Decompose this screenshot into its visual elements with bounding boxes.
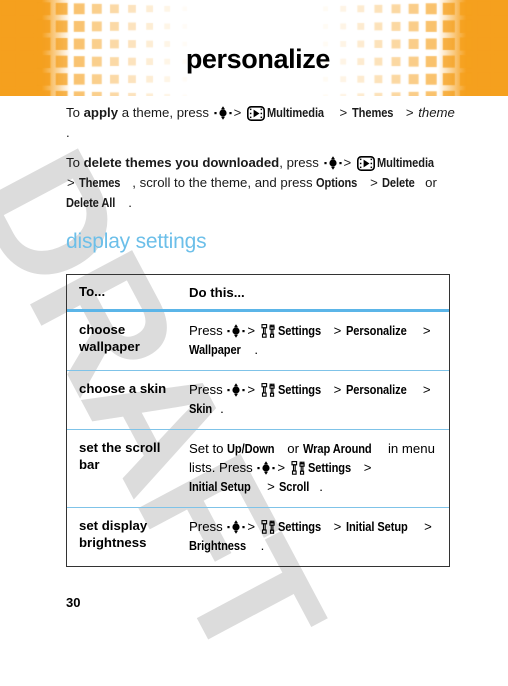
table-cell-task: set display brightness xyxy=(79,518,148,550)
display-settings-table: To... Do this... choose wallpaper Press >… xyxy=(66,274,450,567)
table-cell-task: choose a skin xyxy=(79,381,167,396)
path-separator: > xyxy=(267,479,275,494)
path-separator: > xyxy=(370,175,378,190)
settings-icon xyxy=(291,461,306,475)
body-text: , scroll to the theme, and press xyxy=(132,175,317,190)
path-separator: > xyxy=(339,105,348,120)
path-separator: > xyxy=(343,155,352,170)
path-separator: > xyxy=(247,323,256,338)
menu-item-name: Settings xyxy=(277,323,321,338)
body-text: or xyxy=(287,441,303,456)
menu-item-name: Personalize xyxy=(346,382,407,397)
settings-icon xyxy=(261,324,276,338)
body-text: a theme, press xyxy=(118,105,213,120)
table-cell-task: set the scroll bar xyxy=(79,440,161,472)
paragraph-delete-themes: To delete themes you downloaded, press >… xyxy=(66,153,456,213)
settings-icon xyxy=(261,520,276,534)
settings-icon xyxy=(261,383,276,397)
body-text: . xyxy=(128,195,132,210)
table-row: choose wallpaper Press > Settings > Perso… xyxy=(67,312,449,370)
bold-text: delete themes you downloaded xyxy=(83,155,280,170)
path-separator: > xyxy=(247,382,256,397)
menu-item-name: Wrap Around xyxy=(302,441,372,456)
body-text: Set to xyxy=(189,441,228,456)
path-separator: > xyxy=(247,519,256,534)
nav-key-icon xyxy=(227,520,245,534)
menu-item-name: Multimedia xyxy=(376,155,434,170)
body-text: Press xyxy=(189,519,227,534)
menu-item-name: Initial Setup xyxy=(346,519,408,534)
nav-key-icon xyxy=(227,383,245,397)
path-separator: > xyxy=(277,460,286,475)
multimedia-icon xyxy=(246,106,265,121)
table-header-to: To... xyxy=(79,284,106,299)
path-separator: > xyxy=(333,519,342,534)
table-row: set the scroll bar Set to Up/Down or Wrap… xyxy=(67,429,449,507)
nav-key-icon xyxy=(323,156,342,170)
table-row: choose a skin Press > Settings > Personal… xyxy=(67,370,449,429)
body-text: . xyxy=(254,342,258,357)
body-text: . xyxy=(260,538,265,553)
table-header-row: To... Do this... xyxy=(67,275,449,312)
nav-key-icon xyxy=(214,106,232,120)
table-cell-instruction: Set to Up/Down or Wrap Around in menu li… xyxy=(189,430,449,507)
menu-item-name: Initial Setup xyxy=(189,479,251,494)
table-cell-instruction: Press > Settings > Initial Setup > Brigh… xyxy=(189,508,449,566)
body-text: To xyxy=(66,155,84,170)
menu-item-name: Delete xyxy=(382,175,416,190)
paragraph-apply-theme: To apply a theme, press > Multimedia > T… xyxy=(66,103,456,143)
path-separator: > xyxy=(405,105,414,120)
menu-item-name: Themes xyxy=(351,105,394,120)
body-text: To xyxy=(66,105,84,120)
menu-item-name: Personalize xyxy=(346,323,407,338)
path-separator: > xyxy=(67,175,75,190)
menu-item-name: Delete All xyxy=(66,195,116,210)
table-row: set display brightness Press > Settings >… xyxy=(67,507,449,566)
menu-item-name: Up/Down xyxy=(227,441,275,456)
multimedia-icon xyxy=(356,156,375,171)
path-separator: > xyxy=(422,382,431,397)
path-separator: > xyxy=(422,323,431,338)
table-cell-instruction: Press > Settings > Personalize > Wallpap… xyxy=(189,312,449,370)
menu-item-name: Skin xyxy=(189,401,213,416)
nav-key-icon xyxy=(257,461,276,475)
body-text: . xyxy=(66,125,70,140)
page-header-banner: personalize xyxy=(0,0,508,96)
bold-text: apply xyxy=(83,105,119,120)
menu-item-name: Settings xyxy=(277,519,321,534)
body-text: . xyxy=(220,401,224,416)
table-body: choose wallpaper Press > Settings > Perso… xyxy=(67,312,449,566)
body-text: , press xyxy=(279,155,323,170)
path-separator: > xyxy=(233,105,242,120)
nav-key-icon xyxy=(227,324,245,338)
body-text: . xyxy=(319,479,323,494)
menu-item-name: Options xyxy=(316,175,358,190)
page-title: personalize xyxy=(185,44,331,74)
menu-item-name: Themes xyxy=(79,175,121,190)
section-heading-display-settings: display settings xyxy=(66,230,207,253)
path-separator: > xyxy=(363,460,372,475)
menu-item-name: Brightness xyxy=(189,538,247,553)
italic-text: theme xyxy=(418,105,455,120)
menu-item-name: Settings xyxy=(307,460,351,475)
page-number: 30 xyxy=(66,595,81,610)
menu-item-name: Settings xyxy=(277,382,321,397)
body-text: or xyxy=(425,175,437,190)
body-text: Press xyxy=(189,382,227,397)
menu-item-name: Scroll xyxy=(279,479,310,494)
table-header-do: Do this... xyxy=(189,285,245,300)
path-separator: > xyxy=(333,382,342,397)
menu-item-name: Multimedia xyxy=(266,105,324,120)
table-cell-instruction: Press > Settings > Personalize > Skin . xyxy=(189,371,449,429)
table-cell-task: choose wallpaper xyxy=(79,322,140,354)
body-text: Press xyxy=(189,323,227,338)
menu-item-name: Wallpaper xyxy=(189,342,241,357)
path-separator: > xyxy=(333,323,342,338)
path-separator: > xyxy=(424,519,432,534)
